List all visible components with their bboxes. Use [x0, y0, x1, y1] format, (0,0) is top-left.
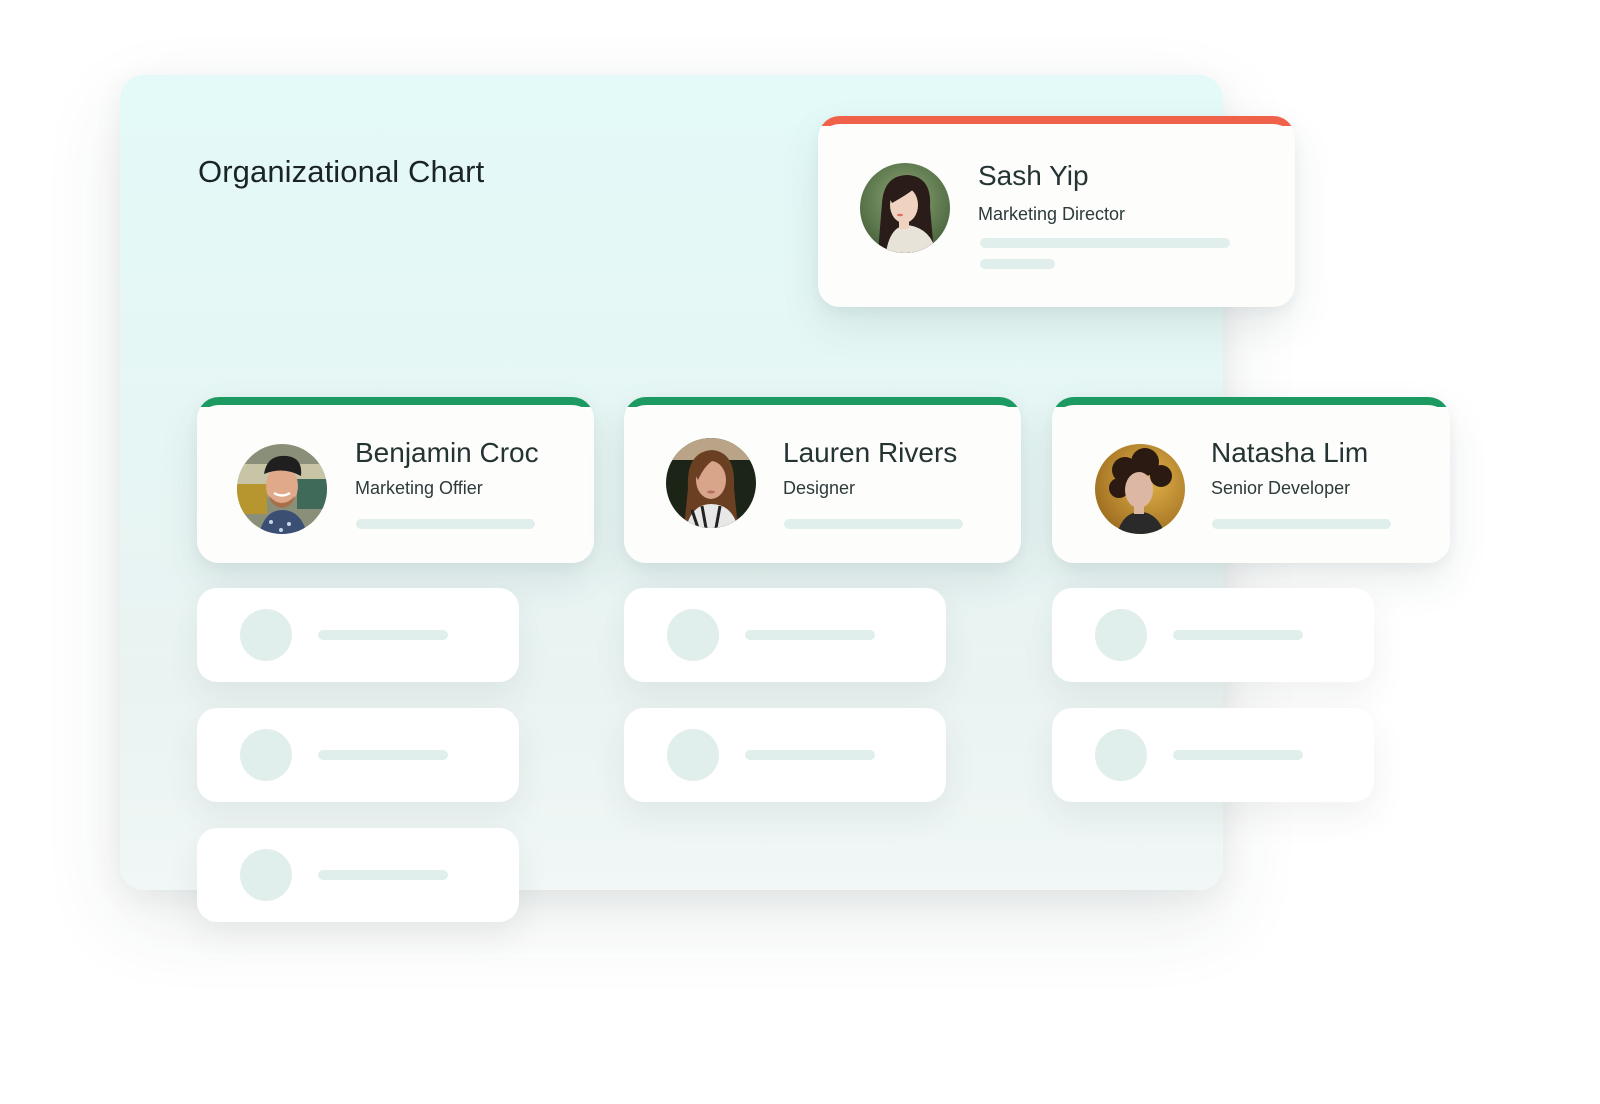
placeholder-avatar — [1095, 609, 1147, 661]
director-avatar — [860, 163, 950, 253]
director-card[interactable]: Sash Yip Marketing Director — [818, 116, 1295, 307]
director-role: Marketing Director — [978, 204, 1126, 224]
placeholder-line — [318, 750, 448, 760]
team-avatar — [666, 438, 756, 528]
team-card-body: Benjamin Croc Marketing Offier — [197, 405, 594, 563]
team-member-role: Marketing Offier — [355, 478, 483, 498]
placeholder-line — [318, 870, 448, 880]
page-title: Organizational Chart — [198, 154, 485, 189]
team-card[interactable]: Benjamin Croc Marketing Offier — [197, 397, 594, 563]
avatar-photo-icon — [860, 163, 950, 253]
placeholder-line — [745, 750, 875, 760]
director-card-body: Sash Yip Marketing Director — [818, 124, 1295, 307]
placeholder-avatar — [667, 609, 719, 661]
team-card-body: Natasha Lim Senior Developer — [1052, 405, 1450, 563]
placeholder-line — [745, 630, 875, 640]
team-card[interactable]: Lauren Rivers Designer — [624, 397, 1021, 563]
placeholder-avatar — [240, 609, 292, 661]
placeholder-card — [1052, 588, 1374, 682]
placeholder-card — [197, 708, 519, 802]
placeholder-card — [1052, 708, 1374, 802]
placeholder-avatar — [240, 729, 292, 781]
placeholder-card — [624, 588, 946, 682]
team-member-name: Natasha Lim — [1211, 437, 1369, 468]
team-member-name: Lauren Rivers — [783, 437, 958, 468]
placeholder-card — [197, 588, 519, 682]
team-avatar — [237, 444, 327, 534]
placeholder-line — [1173, 750, 1303, 760]
placeholder-line — [1173, 630, 1303, 640]
placeholder-avatar — [240, 849, 292, 901]
avatar-photo-icon — [237, 444, 327, 534]
skeleton-line — [356, 519, 535, 529]
team-member-role: Designer — [783, 478, 856, 498]
avatar-photo-icon — [666, 438, 756, 528]
team-member-role: Senior Developer — [1211, 478, 1351, 498]
placeholder-card — [197, 828, 519, 922]
team-member-name: Benjamin Croc — [355, 437, 539, 468]
team-card-body: Lauren Rivers Designer — [624, 405, 1021, 563]
placeholder-avatar — [667, 729, 719, 781]
skeleton-line — [1212, 519, 1391, 529]
skeleton-line — [980, 259, 1055, 269]
skeleton-line — [784, 519, 963, 529]
team-card[interactable]: Natasha Lim Senior Developer — [1052, 397, 1450, 563]
skeleton-line — [980, 238, 1230, 248]
placeholder-line — [318, 630, 448, 640]
placeholder-card — [624, 708, 946, 802]
avatar-photo-icon — [1095, 444, 1185, 534]
placeholder-avatar — [1095, 729, 1147, 781]
director-name: Sash Yip — [978, 160, 1089, 191]
team-avatar — [1095, 444, 1185, 534]
